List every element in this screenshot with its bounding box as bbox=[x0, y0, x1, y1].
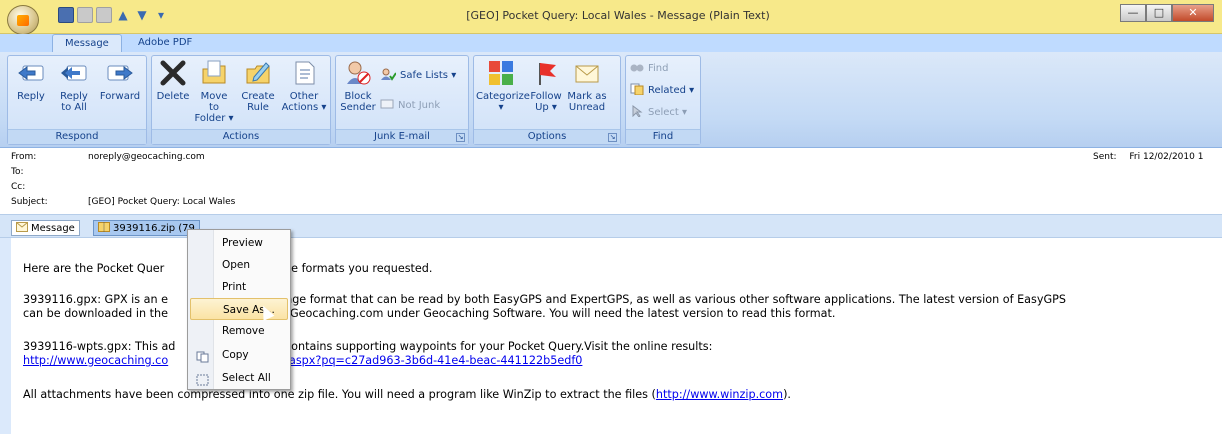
sent-row: Sent: Fri 12/02/2010 1 bbox=[1093, 152, 1203, 162]
sent-label: Sent: bbox=[1093, 152, 1117, 162]
envelope-icon bbox=[572, 58, 602, 88]
reply-all-icon bbox=[59, 58, 89, 88]
menu-item-open[interactable]: Open bbox=[190, 254, 288, 276]
related-button[interactable]: Related ▾ bbox=[630, 81, 694, 99]
reply-all-button[interactable]: Reply to All bbox=[55, 58, 93, 113]
body-paragraph-2b: can be downloaded in the n of Geocaching.… bbox=[23, 307, 836, 320]
delete-button[interactable]: Delete bbox=[156, 58, 190, 102]
envelope-icon bbox=[16, 221, 28, 235]
folder-icon bbox=[199, 58, 229, 88]
select-cursor-icon bbox=[630, 104, 644, 120]
other-actions-button[interactable]: Other Actions ▾ bbox=[280, 58, 328, 113]
menu-item-print[interactable]: Print bbox=[190, 276, 288, 298]
menu-item-remove[interactable]: Remove bbox=[190, 320, 288, 342]
group-label-actions: Actions bbox=[152, 129, 330, 144]
follow-up-button[interactable]: Follow Up ▾ bbox=[528, 58, 564, 113]
from-label: From: bbox=[11, 152, 37, 162]
move-to-folder-button[interactable]: Move to Folder ▾ bbox=[194, 58, 234, 124]
tab-adobe-pdf[interactable]: Adobe PDF bbox=[126, 34, 204, 53]
categorize-icon bbox=[486, 58, 516, 88]
group-label-options: Options bbox=[474, 129, 620, 144]
body-paragraph-2: 3939116.gpx: GPX is an e change format th… bbox=[23, 293, 1066, 306]
cc-label: Cc: bbox=[11, 182, 26, 192]
select-button[interactable]: Select ▾ bbox=[630, 103, 687, 121]
junk-dialog-launcher[interactable]: ↘ bbox=[456, 133, 465, 142]
not-junk-icon bbox=[380, 98, 394, 113]
group-label-respond: Respond bbox=[8, 129, 146, 144]
group-find: Find Related ▾ Select ▾ Find bbox=[625, 55, 701, 145]
group-label-junk: Junk E-mail bbox=[336, 129, 468, 144]
body-paragraph-3b: http://www.geocaching.co aspx?pq=c27ad963… bbox=[23, 354, 582, 368]
create-rule-button[interactable]: Create Rule bbox=[240, 58, 276, 113]
message-header: From: noreply@geocaching.com To: Cc: Sub… bbox=[0, 148, 1222, 213]
body-paragraph-1: Here are the Pocket Quer n the formats yo… bbox=[23, 262, 433, 275]
options-dialog-launcher[interactable]: ↘ bbox=[608, 133, 617, 142]
menu-item-save-as[interactable]: Save As... bbox=[190, 298, 288, 320]
mark-as-unread-button[interactable]: Mark as Unread bbox=[566, 58, 608, 113]
zip-attachment-label: 3939116.zip (79 bbox=[113, 222, 195, 234]
winzip-link[interactable]: http://www.winzip.com bbox=[656, 388, 783, 401]
body-paragraph-4: All attachments have been compressed int… bbox=[23, 388, 791, 401]
body-paragraph-3: 3939116-wpts.gpx: This ad contains suppor… bbox=[23, 340, 713, 353]
binoculars-icon bbox=[630, 61, 644, 76]
group-respond: Reply Reply to All Forward Respond bbox=[7, 55, 147, 145]
group-label-find: Find bbox=[626, 129, 700, 144]
to-label: To: bbox=[11, 167, 24, 177]
menu-item-copy[interactable]: Copy bbox=[190, 344, 288, 366]
window-title: [GEO] Pocket Query: Local Wales - Messag… bbox=[466, 9, 770, 22]
close-button[interactable]: ✕ bbox=[1172, 4, 1214, 22]
group-actions: Delete Move to Folder ▾ Create Rule Other A… bbox=[151, 55, 331, 145]
zip-attachment[interactable]: 3939116.zip (79 bbox=[93, 220, 200, 236]
from-address[interactable]: noreply@geocaching.com bbox=[88, 152, 205, 162]
message-attachment-label: Message bbox=[31, 222, 75, 234]
group-junk-email: Block Sender Safe Lists ▾ Not Junk Junk E… bbox=[335, 55, 469, 145]
message-attachment-tab[interactable]: Message bbox=[11, 220, 80, 236]
title-bar: ▲ ▼ ▾ [GEO] Pocket Query: Local Wales - … bbox=[0, 0, 1222, 35]
menu-item-preview[interactable]: Preview bbox=[190, 232, 288, 254]
ribbon: Reply Reply to All Forward Respond Delete bbox=[0, 52, 1222, 148]
rule-icon bbox=[243, 58, 273, 88]
not-junk-button[interactable]: Not Junk bbox=[380, 96, 440, 114]
zip-file-icon bbox=[98, 221, 110, 235]
delete-x-icon bbox=[158, 58, 188, 88]
ribbon-tabs: Message Adobe PDF bbox=[0, 34, 1222, 53]
group-options: Categorize ▾ Follow Up ▾ Mark as Unread Opt… bbox=[473, 55, 621, 145]
reply-icon bbox=[16, 58, 46, 88]
minimize-button[interactable]: — bbox=[1120, 4, 1146, 22]
forward-button[interactable]: Forward bbox=[96, 58, 144, 102]
related-icon bbox=[630, 83, 644, 98]
block-sender-icon bbox=[343, 58, 373, 88]
attachment-context-menu: Preview Open Print Save As... Remove Cop… bbox=[187, 229, 291, 390]
find-button[interactable]: Find bbox=[630, 59, 669, 77]
subject-label: Subject: bbox=[11, 197, 48, 207]
safe-lists-button[interactable]: Safe Lists ▾ bbox=[380, 66, 456, 84]
subject-value: [GEO] Pocket Query: Local Wales bbox=[88, 197, 236, 207]
results-link-tail[interactable]: aspx?pq=c27ad963-3b6d-41e4-beac-441122b5… bbox=[289, 354, 582, 368]
attachment-bar: Message 3939116.zip (79 bbox=[0, 214, 1222, 238]
results-link[interactable]: http://www.geocaching.co bbox=[23, 354, 168, 367]
safe-lists-icon bbox=[380, 67, 397, 84]
maximize-button[interactable]: □ bbox=[1146, 4, 1172, 22]
forward-icon bbox=[105, 58, 135, 88]
menu-item-select-all[interactable]: Select All bbox=[190, 367, 288, 389]
message-body[interactable]: Here are the Pocket Quer n the formats yo… bbox=[0, 238, 1222, 434]
block-sender-button[interactable]: Block Sender bbox=[340, 58, 376, 113]
tab-message[interactable]: Message bbox=[52, 34, 122, 53]
categorize-button[interactable]: Categorize ▾ bbox=[476, 58, 530, 113]
select-all-icon bbox=[196, 372, 210, 386]
reply-button[interactable]: Reply bbox=[16, 58, 46, 102]
flag-icon bbox=[531, 58, 561, 88]
other-actions-icon bbox=[289, 58, 319, 88]
copy-icon bbox=[196, 349, 210, 363]
sent-value: Fri 12/02/2010 1 bbox=[1129, 152, 1204, 162]
